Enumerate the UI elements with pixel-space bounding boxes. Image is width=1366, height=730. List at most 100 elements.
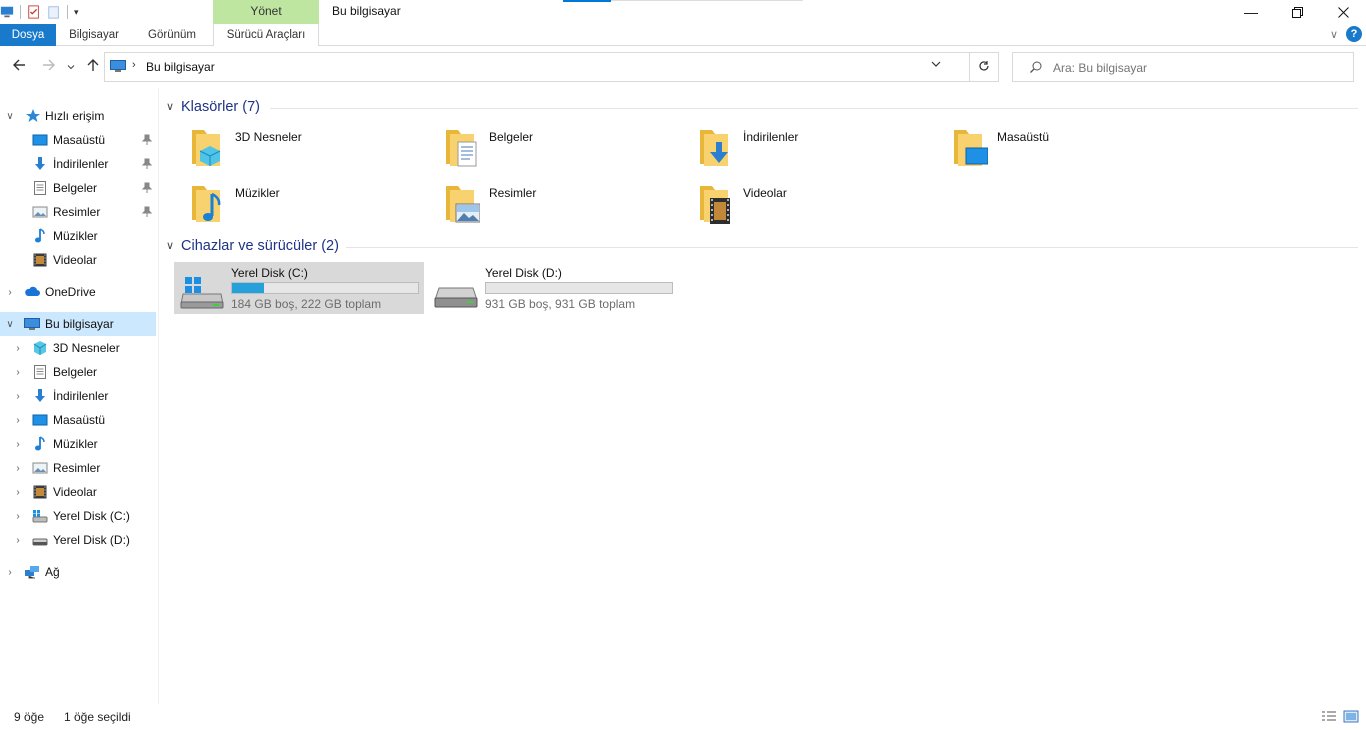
folder-item-documents[interactable]: Belgeler (432, 122, 686, 176)
nav-quick-music[interactable]: Müzikler (0, 224, 156, 248)
music-icon (35, 228, 45, 243)
group-collapse-chevron-icon[interactable]: ∨ (166, 100, 178, 113)
status-item-count: 9 öğe (14, 710, 45, 724)
folder-item-downloads[interactable]: İndirilenler (686, 122, 940, 176)
collapsed-chevron-icon[interactable]: › (13, 487, 23, 498)
nav-pc-pictures[interactable]: › Resimler (0, 456, 156, 480)
folder-label: Videolar (743, 186, 787, 200)
nav-quick-pictures[interactable]: Resimler (0, 200, 156, 224)
pin-icon[interactable] (142, 134, 152, 146)
nav-quick-access[interactable]: ∨ Hızlı erişim (0, 104, 156, 128)
new-folder-icon[interactable] (47, 5, 61, 19)
nav-quick-documents[interactable]: Belgeler (0, 176, 156, 200)
nav-pc-documents[interactable]: › Belgeler (0, 360, 156, 384)
collapsed-chevron-icon[interactable]: › (13, 439, 23, 450)
search-input[interactable] (1053, 59, 1343, 77)
expanded-chevron-icon[interactable]: ∨ (5, 111, 15, 122)
nav-pc-3d-objects[interactable]: › 3D Nesneler (0, 336, 156, 360)
up-button[interactable] (84, 58, 102, 76)
forward-button[interactable] (40, 58, 58, 76)
restore-button[interactable] (1274, 0, 1320, 24)
drive-item-d[interactable]: Yerel Disk (D:) 931 GB boş, 931 GB topla… (428, 262, 678, 314)
manage-context-tab[interactable]: Yönet (213, 0, 319, 24)
drive-usage-bar (231, 282, 419, 294)
collapsed-chevron-icon[interactable]: › (13, 367, 23, 378)
nav-network-label: Ağ (45, 565, 60, 579)
minimize-button[interactable]: — (1228, 0, 1274, 24)
pictures-icon (32, 462, 48, 474)
breadcrumb[interactable]: Bu bilgisayar (146, 60, 215, 74)
3d-objects-icon (33, 341, 47, 355)
recent-locations-button[interactable] (64, 58, 78, 76)
folder-item-desktop[interactable]: Masaüstü (940, 122, 1194, 176)
nav-pc-drive-d[interactable]: › Yerel Disk (D:) (0, 528, 156, 552)
pin-icon[interactable] (142, 158, 152, 170)
tab-view[interactable]: Görünüm (134, 24, 210, 46)
nav-quick-videos[interactable]: Videolar (0, 248, 156, 272)
nav-this-pc-label: Bu bilgisayar (45, 317, 114, 331)
ribbon-controls: ∨ ? (1330, 26, 1362, 42)
pin-icon[interactable] (142, 206, 152, 218)
nav-pc-music-label: Müzikler (53, 437, 98, 451)
nav-pc-videos-label: Videolar (53, 485, 97, 499)
collapsed-chevron-icon[interactable]: › (13, 535, 23, 546)
collapsed-chevron-icon[interactable]: › (13, 463, 23, 474)
address-dropdown-chevron-icon[interactable] (931, 59, 941, 71)
tab-file[interactable]: Dosya (0, 24, 56, 46)
tab-drive-tools[interactable]: Sürücü Araçları (213, 24, 319, 46)
navigation-pane: ∨ Hızlı erişim Masaüstü İndirilenler Bel… (0, 104, 158, 704)
collapsed-chevron-icon[interactable]: › (13, 391, 23, 402)
folder-item-pictures[interactable]: Resimler (432, 178, 686, 232)
nav-quick-desktop[interactable]: Masaüstü (0, 128, 156, 152)
collapsed-chevron-icon[interactable]: › (5, 567, 15, 578)
nav-quick-downloads[interactable]: İndirilenler (0, 152, 156, 176)
folder-label: Masaüstü (997, 130, 1050, 144)
music-folder-icon (192, 186, 221, 222)
pin-icon[interactable] (142, 182, 152, 194)
address-bar[interactable]: › Bu bilgisayar (104, 52, 970, 82)
nav-pc-desktop[interactable]: › Masaüstü (0, 408, 156, 432)
folder-item-videos[interactable]: Videolar (686, 178, 940, 232)
nav-pc-drive-d-label: Yerel Disk (D:) (53, 533, 130, 547)
collapsed-chevron-icon[interactable]: › (13, 343, 23, 354)
refresh-icon (979, 61, 989, 71)
collapsed-chevron-icon[interactable]: › (5, 287, 15, 298)
nav-pc-drive-c[interactable]: › Yerel Disk (C:) (0, 504, 156, 528)
close-button[interactable] (1320, 0, 1366, 24)
breadcrumb-separator-icon[interactable]: › (132, 59, 136, 71)
computer-icon (24, 318, 40, 330)
nav-pc-music[interactable]: › Müzikler (0, 432, 156, 456)
folder-item-3d-objects[interactable]: 3D Nesneler (178, 122, 432, 176)
arrow-up-icon (87, 59, 99, 71)
help-icon[interactable]: ? (1346, 26, 1362, 42)
toolbar-separator (20, 5, 21, 19)
search-box[interactable] (1012, 52, 1354, 82)
nav-pc-videos[interactable]: › Videolar (0, 480, 156, 504)
pictures-folder-icon (446, 186, 480, 223)
computer-icon[interactable] (0, 5, 14, 19)
folder-label: Belgeler (489, 130, 534, 144)
folder-item-music[interactable]: Müzikler (178, 178, 432, 232)
drive-item-c[interactable]: Yerel Disk (C:) 184 GB boş, 222 GB topla… (174, 262, 424, 314)
back-button[interactable] (10, 58, 28, 76)
collapsed-chevron-icon[interactable]: › (13, 511, 23, 522)
customize-toolbar-chevron-icon[interactable]: ▾ (74, 7, 79, 18)
expand-ribbon-chevron-icon[interactable]: ∨ (1330, 28, 1338, 41)
star-icon (26, 109, 40, 122)
nav-network[interactable]: › Ağ (0, 560, 156, 584)
sidebar-divider (158, 88, 159, 704)
group-collapse-chevron-icon[interactable]: ∨ (166, 239, 178, 252)
nav-this-pc[interactable]: ∨ Bu bilgisayar (0, 312, 156, 336)
details-view-icon[interactable] (1321, 710, 1337, 723)
folder-label: İndirilenler (743, 130, 799, 144)
refresh-button[interactable] (970, 52, 999, 82)
nav-pc-downloads[interactable]: › İndirilenler (0, 384, 156, 408)
ribbon-tabs: Dosya Bilgisayar Görünüm Sürücü Araçları… (0, 24, 1366, 46)
large-icons-view-icon[interactable] (1343, 710, 1359, 723)
nav-onedrive[interactable]: › OneDrive (0, 280, 156, 304)
expanded-chevron-icon[interactable]: ∨ (5, 319, 15, 330)
collapsed-chevron-icon[interactable]: › (13, 415, 23, 426)
properties-icon[interactable] (27, 5, 41, 19)
drive-usage-fill (232, 283, 264, 293)
tab-computer[interactable]: Bilgisayar (58, 24, 130, 46)
